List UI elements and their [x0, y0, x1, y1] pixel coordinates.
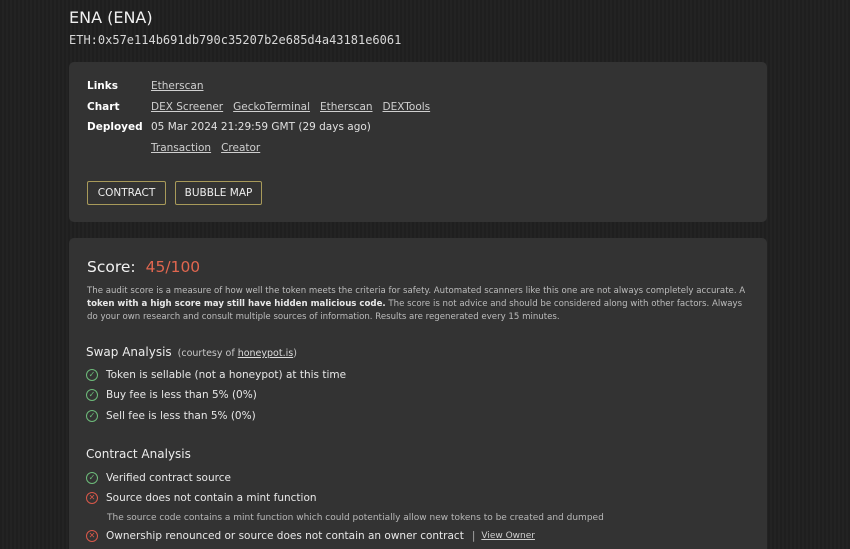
check-item-mint-function: ✕ Source does not contain a mint functio… [86, 492, 317, 504]
check-item-sell-fee: ✓ Sell fee is less than 5% (0%) [86, 410, 256, 422]
check-circle-icon: ✓ [86, 410, 98, 422]
contract-button[interactable]: CONTRACT [87, 181, 166, 205]
check-item-ownership: ✕ Ownership renounced or source does not… [86, 530, 535, 542]
score-desc-part1: The audit score is a measure of how well… [87, 286, 746, 296]
mint-function-note: The source code contains a mint function… [107, 513, 604, 523]
score-label: Score: [87, 258, 136, 276]
deployed-label: Deployed [87, 121, 143, 133]
x-circle-icon: ✕ [86, 530, 98, 542]
separator: | [471, 530, 476, 542]
token-info-panel: Links Etherscan Chart DEX Screener Gecko… [69, 62, 767, 222]
links-label: Links [87, 80, 118, 92]
deployed-row: Deployed 05 Mar 2024 21:29:59 GMT (29 da… [87, 121, 371, 133]
etherscan-link[interactable]: Etherscan [151, 80, 204, 92]
score-heading: Score: 45/100 [87, 258, 200, 276]
geckoterminal-link[interactable]: GeckoTerminal [233, 101, 310, 113]
courtesy-prefix: (courtesy of [177, 348, 238, 359]
links-row: Links Etherscan [87, 80, 214, 92]
transaction-link[interactable]: Transaction [151, 142, 211, 154]
chart-etherscan-link[interactable]: Etherscan [320, 101, 373, 113]
check-item-text: Ownership renounced or source does not c… [106, 530, 464, 542]
check-item-sellable: ✓ Token is sellable (not a honeypot) at … [86, 369, 346, 381]
deployed-value: 05 Mar 2024 21:29:59 GMT (29 days ago) [151, 121, 371, 133]
token-title: ENA (ENA) [69, 8, 153, 27]
score-value: 45/100 [145, 258, 201, 276]
token-address: ETH:0x57e114b691db790c35207b2e685d4a4318… [69, 33, 402, 47]
swap-analysis-heading: Swap Analysis (courtesy of honeypot.is) [86, 345, 297, 359]
chart-label: Chart [87, 101, 120, 113]
deploy-links-row: Transaction Creator [151, 142, 270, 154]
check-item-buy-fee: ✓ Buy fee is less than 5% (0%) [86, 389, 257, 401]
check-item-text: Buy fee is less than 5% (0%) [106, 389, 257, 401]
check-item-text: Sell fee is less than 5% (0%) [106, 410, 256, 422]
check-circle-icon: ✓ [86, 389, 98, 401]
check-item-text: Verified contract source [106, 472, 231, 484]
contract-analysis-title: Contract Analysis [86, 447, 191, 461]
honeypot-link[interactable]: honeypot.is [238, 348, 294, 359]
dex-screener-link[interactable]: DEX Screener [151, 101, 223, 113]
bubble-map-button[interactable]: BUBBLE MAP [175, 181, 262, 205]
x-circle-icon: ✕ [86, 492, 98, 504]
check-item-verified-source: ✓ Verified contract source [86, 472, 231, 484]
courtesy-suffix: ) [293, 348, 297, 359]
chart-row: Chart DEX Screener GeckoTerminal Ethersc… [87, 101, 440, 113]
check-circle-icon: ✓ [86, 369, 98, 381]
view-owner-link[interactable]: View Owner [481, 531, 535, 541]
check-circle-icon: ✓ [86, 472, 98, 484]
score-panel: Score: 45/100 The audit score is a measu… [69, 238, 767, 549]
score-desc-bold: token with a high score may still have h… [87, 299, 386, 309]
courtesy-note: (courtesy of honeypot.is) [178, 348, 297, 359]
creator-link[interactable]: Creator [221, 142, 260, 154]
score-description: The audit score is a measure of how well… [87, 285, 753, 324]
contract-analysis-heading: Contract Analysis [86, 447, 191, 461]
check-item-text: Source does not contain a mint function [106, 492, 317, 504]
swap-analysis-title: Swap Analysis [86, 345, 172, 359]
check-item-text: Token is sellable (not a honeypot) at th… [106, 369, 347, 381]
dextools-link[interactable]: DEXTools [383, 101, 431, 113]
